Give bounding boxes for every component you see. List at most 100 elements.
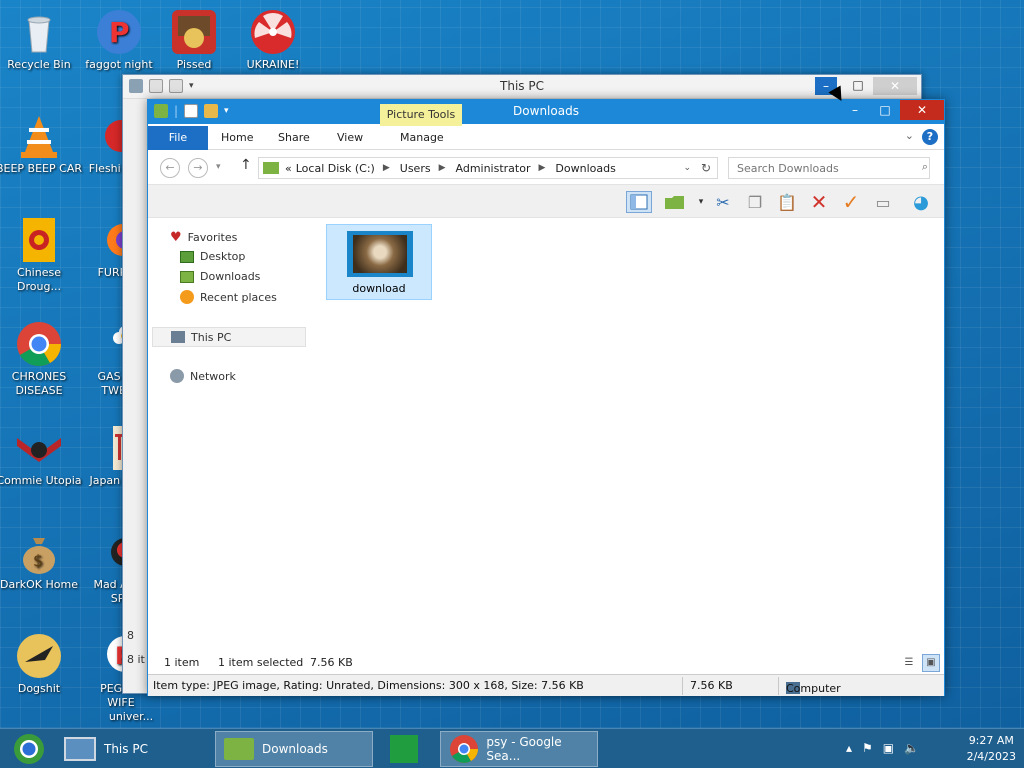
money-bag-icon: $ bbox=[15, 528, 63, 576]
new-folder-button[interactable] bbox=[662, 191, 688, 213]
file-name: download bbox=[352, 282, 406, 295]
chevron-up-icon[interactable]: ▴ bbox=[846, 741, 852, 755]
nav-this-pc[interactable]: This PC bbox=[152, 327, 306, 347]
tab-home[interactable]: Home bbox=[221, 128, 253, 150]
tab-manage[interactable]: Manage bbox=[400, 128, 444, 150]
status-item-count: 1 item bbox=[164, 656, 200, 669]
address-bar[interactable]: « Local Disk (C:) ▶ Users ▶ Administrato… bbox=[258, 157, 718, 179]
taskbar-item-this-pc[interactable]: This PC bbox=[56, 731, 212, 767]
close-button[interactable]: ✕ bbox=[900, 100, 944, 120]
back-button[interactable]: ← bbox=[160, 158, 180, 178]
clock[interactable]: 9:27 AM 2/4/2023 bbox=[967, 733, 1016, 765]
desktop-icon-ukraine[interactable]: UKRAINE! bbox=[228, 8, 318, 72]
maximize-button[interactable]: □ bbox=[843, 75, 873, 95]
breadcrumb-administrator[interactable]: Administrator bbox=[456, 162, 531, 175]
this-pc-side-number: 8 bbox=[127, 629, 134, 642]
svg-text:$: $ bbox=[33, 551, 43, 570]
large-icons-view-button[interactable]: ▣ bbox=[922, 654, 940, 672]
flag-icon[interactable]: ⚑ bbox=[862, 741, 873, 755]
taskbar-item-downloads[interactable]: Downloads bbox=[215, 731, 373, 767]
divider bbox=[778, 677, 779, 695]
volume-icon[interactable]: 🔈 bbox=[904, 741, 919, 755]
address-row: ← → ▾ ↑ « Local Disk (C:) ▶ Users ▶ Admi… bbox=[148, 150, 944, 184]
computer-icon bbox=[64, 737, 96, 761]
status-selected: 1 item selected bbox=[218, 656, 304, 669]
tab-view[interactable]: View bbox=[337, 128, 363, 150]
chrome-icon bbox=[15, 320, 63, 368]
this-pc-titlebar[interactable]: ▾ This PC – □ ✕ bbox=[123, 75, 921, 99]
delete-icon[interactable]: ✕ bbox=[806, 190, 832, 214]
chevron-right-icon[interactable]: ▶ bbox=[539, 163, 546, 173]
status-size: 7.56 KB bbox=[310, 656, 353, 669]
chevron-down-icon[interactable]: ⌄ bbox=[905, 129, 914, 142]
search-icon[interactable]: ⌕ bbox=[922, 160, 928, 174]
start-orb-icon bbox=[14, 734, 44, 764]
search-input[interactable] bbox=[728, 157, 930, 179]
close-button[interactable]: ✕ bbox=[873, 77, 917, 95]
chevron-down-icon[interactable]: ⌄ bbox=[683, 163, 691, 173]
network-icon bbox=[170, 369, 184, 383]
maximize-button[interactable]: □ bbox=[870, 100, 900, 120]
window-downloads[interactable]: | ▾ Downloads – □ ✕ Picture Tools File H… bbox=[147, 99, 945, 696]
breadcrumb-local-disk[interactable]: Local Disk (C:) bbox=[296, 162, 375, 175]
status-bar: 1 item 1 item selected 7.56 KB ☰ ▣ bbox=[148, 652, 944, 674]
svg-text:P: P bbox=[109, 16, 130, 49]
this-pc-title: This PC bbox=[500, 79, 544, 93]
heart-icon: ♥ bbox=[170, 230, 182, 245]
breadcrumb-overflow[interactable]: « bbox=[285, 162, 292, 175]
nav-recent-places[interactable]: Recent places bbox=[180, 290, 277, 304]
up-button[interactable]: ↑ bbox=[240, 157, 252, 173]
taskbar: This PC Downloads psy - Google Sea... ▴ … bbox=[0, 728, 1024, 768]
forward-button[interactable]: → bbox=[188, 158, 208, 178]
breadcrumb-users[interactable]: Users bbox=[400, 162, 431, 175]
desktop-icon-recycle-bin[interactable]: Recycle Bin bbox=[0, 8, 84, 72]
recycle-bin-icon bbox=[15, 8, 63, 56]
navigation-pane: ♥ Favorites Desktop Downloads Recent pla… bbox=[148, 218, 310, 658]
cut-icon[interactable]: ✂ bbox=[710, 191, 736, 213]
nav-network[interactable]: Network bbox=[170, 369, 236, 383]
chinese-app-icon bbox=[15, 216, 63, 264]
nav-desktop[interactable]: Desktop bbox=[180, 250, 245, 263]
globe-icon[interactable]: ◕ bbox=[908, 191, 934, 213]
chevron-right-icon[interactable]: ▶ bbox=[383, 163, 390, 173]
contextual-tab-picture-tools: Picture Tools bbox=[380, 104, 462, 126]
recent-places-icon bbox=[180, 290, 194, 304]
chevron-right-icon[interactable]: ▶ bbox=[439, 163, 446, 173]
rename-icon[interactable]: ▭ bbox=[870, 191, 896, 213]
refresh-icon[interactable]: ↻ bbox=[701, 161, 711, 175]
folder-icon bbox=[263, 162, 279, 174]
preview-pane-button[interactable] bbox=[626, 191, 652, 213]
emblem-icon bbox=[15, 424, 63, 472]
clock-time: 9:27 AM bbox=[968, 734, 1014, 747]
tab-share[interactable]: Share bbox=[278, 128, 310, 150]
image-thumbnail-content bbox=[353, 235, 407, 273]
desktop-icon-pissed[interactable]: Pissed bbox=[149, 8, 239, 72]
downloads-window-controls: – □ ✕ bbox=[840, 100, 944, 120]
command-toolbar: ▾ ✂ ❐ 📋 ✕ ✓ ▭ ◕ bbox=[148, 184, 944, 218]
file-list[interactable]: download bbox=[310, 218, 944, 658]
file-item-download[interactable]: download bbox=[326, 224, 432, 300]
computer-icon bbox=[171, 331, 185, 343]
help-button[interactable]: ? bbox=[922, 129, 938, 145]
downloads-titlebar[interactable]: | ▾ Downloads – □ ✕ bbox=[148, 100, 944, 124]
divider bbox=[682, 677, 683, 695]
taskbar-item-store[interactable] bbox=[382, 731, 434, 767]
details-view-button[interactable]: ☰ bbox=[900, 654, 918, 672]
recent-locations-chevron-icon[interactable]: ▾ bbox=[216, 162, 221, 172]
start-button[interactable] bbox=[4, 731, 52, 767]
breadcrumb-downloads[interactable]: Downloads bbox=[555, 162, 615, 175]
minimize-button[interactable]: – bbox=[840, 100, 870, 120]
details-size: 7.56 KB bbox=[690, 679, 733, 692]
checkmark-icon[interactable]: ✓ bbox=[838, 190, 864, 214]
app-logo-icon: P bbox=[95, 8, 143, 56]
taskbar-item-chrome[interactable]: psy - Google Sea... bbox=[440, 731, 598, 767]
nav-favorites[interactable]: ♥ Favorites bbox=[170, 230, 237, 245]
store-icon bbox=[390, 735, 418, 763]
image-thumbnail bbox=[347, 231, 413, 277]
nav-downloads[interactable]: Downloads bbox=[180, 270, 260, 283]
network-icon[interactable]: ▣ bbox=[883, 741, 894, 755]
paste-icon[interactable]: 📋 bbox=[774, 191, 800, 213]
system-tray: ▴ ⚑ ▣ 🔈 bbox=[846, 741, 919, 755]
tab-file[interactable]: File bbox=[148, 126, 208, 150]
copy-icon[interactable]: ❐ bbox=[742, 191, 768, 213]
